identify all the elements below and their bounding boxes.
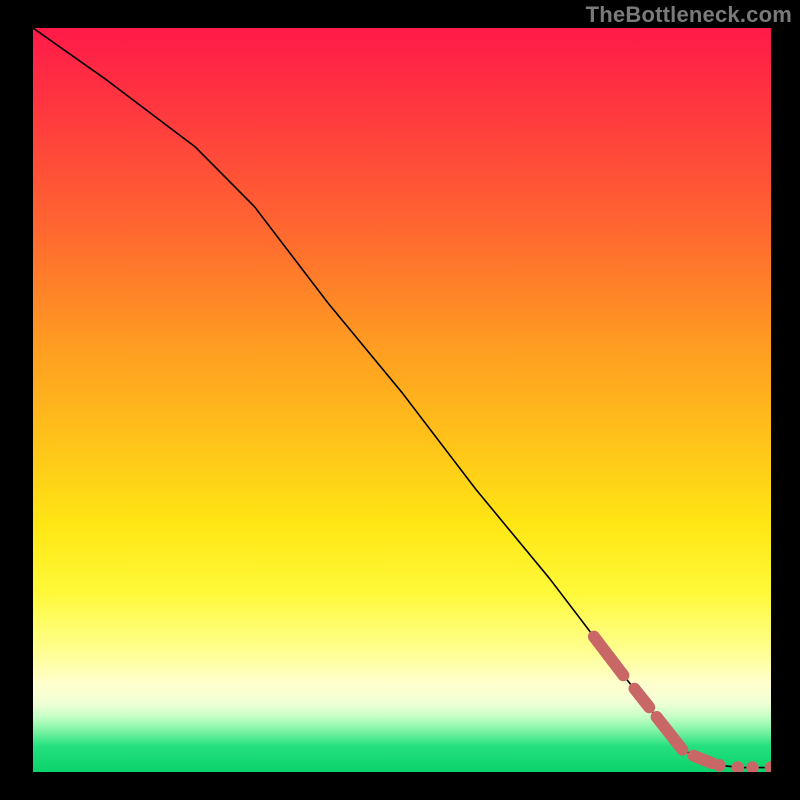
- highlight-point: [765, 761, 771, 772]
- chart-svg: [33, 28, 771, 772]
- highlight-segment: [694, 756, 712, 763]
- highlight-segment: [634, 689, 649, 708]
- highlight-point: [713, 759, 726, 772]
- highlight-segments: [594, 637, 712, 763]
- watermark-text: TheBottleneck.com: [586, 2, 792, 28]
- highlight-segment: [657, 717, 683, 750]
- chart-frame: TheBottleneck.com: [0, 0, 800, 800]
- highlight-point: [732, 761, 745, 772]
- highlight-segment: [594, 637, 624, 676]
- highlight-points: [713, 759, 771, 772]
- highlight-point: [746, 761, 759, 772]
- plot-area: [33, 28, 771, 772]
- bottleneck-curve: [33, 28, 771, 768]
